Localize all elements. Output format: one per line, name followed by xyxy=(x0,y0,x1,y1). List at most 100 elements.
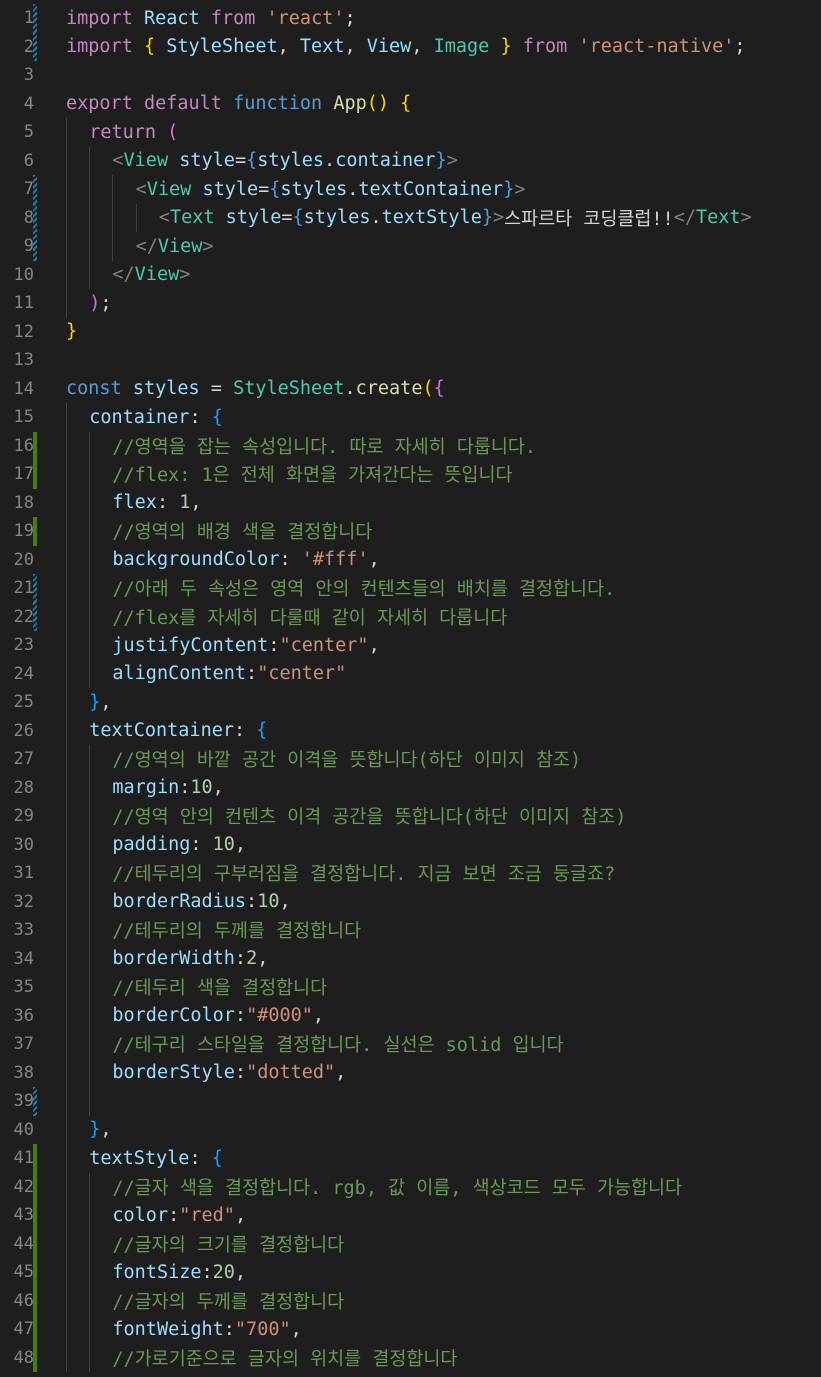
code-token: 10 xyxy=(257,891,280,913)
git-added-marker[interactable] xyxy=(33,1315,37,1344)
code-line[interactable]: 6 < View style ={styles. container} > xyxy=(0,146,821,175)
code-line[interactable]: 42 //글자 색을 결정합니다. rgb, 값 이름, 색상코드 모두 가능합니… xyxy=(0,1172,821,1201)
code-editor[interactable]: 1 import React from 'react'; 2 import { Sty… xyxy=(0,0,821,1377)
git-modified-marker[interactable] xyxy=(33,602,37,631)
code-line[interactable]: 14 const styles = StyleSheet. create({ xyxy=(0,375,821,404)
code-line[interactable]: 2 import { StyleSheet, Text, View, Image … xyxy=(0,32,821,61)
code-line[interactable]: 25}, xyxy=(0,688,821,717)
git-modified-marker[interactable] xyxy=(33,175,37,204)
code-token: : xyxy=(234,1062,247,1084)
code-token: { xyxy=(256,720,268,742)
git-added-marker[interactable] xyxy=(33,1258,37,1287)
git-modified-marker[interactable] xyxy=(33,574,37,603)
indent-guide xyxy=(89,973,91,1002)
git-added-marker[interactable] xyxy=(33,1286,37,1315)
code-token: 20 xyxy=(212,1261,235,1283)
code-token: . xyxy=(324,150,336,172)
git-added-marker[interactable] xyxy=(33,1201,37,1230)
code-line[interactable]: 18 flex: 1, xyxy=(0,488,821,517)
code-line[interactable]: 35 //테두리 색을 결정합니다 xyxy=(0,973,821,1002)
code-line[interactable]: 46 //글자의 두께를 결정합니다 xyxy=(0,1286,821,1315)
code-line[interactable]: 26 textContainer: { xyxy=(0,716,821,745)
code-token: , xyxy=(279,891,291,913)
indent-guide xyxy=(89,146,91,175)
code-token: 스파르타 코딩클럽!! xyxy=(504,208,674,230)
code-line[interactable]: 20 backgroundColor: '#fff', xyxy=(0,545,821,574)
code-line[interactable]: 31 //테두리의 구부러짐을 결정합니다. 지금 보면 조금 둥글죠? xyxy=(0,859,821,888)
code-token: > xyxy=(740,207,752,229)
code-line[interactable]: 39 xyxy=(0,1087,821,1116)
git-modified-marker[interactable] xyxy=(33,32,37,61)
code-line[interactable]: 3 xyxy=(0,61,821,90)
git-added-marker[interactable] xyxy=(33,431,37,460)
code-line[interactable]: 12} xyxy=(0,318,821,347)
code-line[interactable]: 19 //영역의 배경 색을 결정합니다 xyxy=(0,517,821,546)
code-token: { xyxy=(246,150,258,172)
code-line[interactable]: 37 //테구리 스타일을 결정합니다. 실선은 solid 입니다 xyxy=(0,1030,821,1059)
line-number: 34 xyxy=(13,948,34,969)
code-line[interactable]: 21 //아래 두 속성은 영역 안의 컨텐츠들의 배치를 결정합니다. xyxy=(0,574,821,603)
code-line[interactable]: 5 return ( xyxy=(0,118,821,147)
git-added-marker[interactable] xyxy=(33,1172,37,1201)
code-line[interactable]: 4 export default function App() { xyxy=(0,90,821,119)
code-line[interactable]: 45 fontSize:20, xyxy=(0,1258,821,1287)
code-token: { xyxy=(400,93,412,115)
code-line[interactable]: 28 margin:10, xyxy=(0,773,821,802)
git-added-marker[interactable] xyxy=(33,1343,37,1372)
code-line[interactable]: 10 </View > xyxy=(0,260,821,289)
code-token: ; xyxy=(100,292,112,314)
code-line[interactable]: 30 padding: 10, xyxy=(0,830,821,859)
git-modified-marker[interactable] xyxy=(33,1087,37,1116)
code-token: } xyxy=(89,691,101,713)
git-added-marker[interactable] xyxy=(33,1144,37,1173)
code-line[interactable]: 22 //flex를 자세히 다룰때 같이 자세히 다룹니다 xyxy=(0,602,821,631)
code-line[interactable]: 47 fontWeight: "700", xyxy=(0,1315,821,1344)
code-line[interactable]: 29 //영역 안의 컨텐츠 이격 공간을 뜻합니다(하단 이미지 참조) xyxy=(0,802,821,831)
code-token: } xyxy=(435,150,447,172)
code-token: from xyxy=(522,36,568,58)
code-line[interactable]: 15 container: { xyxy=(0,403,821,432)
code-line[interactable]: 16 //영역을 잡는 속성입니다. 따로 자세히 다룹니다. xyxy=(0,431,821,460)
code-line[interactable]: 17 //flex: 1은 전체 화면을 가져간다는 뜻입니다 xyxy=(0,460,821,489)
git-added-marker[interactable] xyxy=(33,517,37,546)
git-modified-marker[interactable] xyxy=(33,4,37,33)
indent-guide xyxy=(66,944,67,973)
code-line[interactable]: 41 textStyle: { xyxy=(0,1144,821,1173)
indent-guide xyxy=(66,973,67,1002)
code-token: : xyxy=(234,1005,247,1027)
indent-guide xyxy=(66,488,67,517)
line-number: 27 xyxy=(13,749,34,770)
git-added-marker[interactable] xyxy=(33,460,37,489)
git-modified-marker[interactable] xyxy=(33,232,37,261)
code-token: function xyxy=(233,93,323,115)
code-token: "700" xyxy=(234,1318,291,1340)
code-line[interactable]: 40}, xyxy=(0,1115,821,1144)
code-line[interactable]: 9 </View > xyxy=(0,232,821,261)
code-line[interactable]: 32 borderRadius:10, xyxy=(0,887,821,916)
code-line[interactable]: 33 //테두리의 두께를 결정합니다 xyxy=(0,916,821,945)
code-line[interactable]: 27 //영역의 바깥 공간 이격을 뜻합니다(하단 이미지 참조) xyxy=(0,745,821,774)
code-line[interactable]: 34 borderWidth:2, xyxy=(0,944,821,973)
code-line[interactable]: 43 color: "red", xyxy=(0,1201,821,1230)
code-token: Text xyxy=(695,207,741,229)
code-line[interactable]: 38 borderStyle: "dotted", xyxy=(0,1058,821,1087)
code-line[interactable]: 48 //가로기준으로 글자의 위치를 결정합니다 xyxy=(0,1343,821,1372)
code-token: </ xyxy=(135,235,158,257)
code-line[interactable]: 11); xyxy=(0,289,821,318)
code-line[interactable]: 44 //글자의 크기를 결정합니다 xyxy=(0,1229,821,1258)
git-modified-marker[interactable] xyxy=(33,203,37,232)
code-line[interactable]: 8 < Text style ={styles. textStyle} > 스파르타 코딩클… xyxy=(0,203,821,232)
code-line[interactable]: 7 < View style ={styles. textContainer} > xyxy=(0,175,821,204)
code-line[interactable]: 1 import React from 'react'; xyxy=(0,4,821,33)
code-token: //테구리 스타일을 결정합니다. 실선은 solid 입니다 xyxy=(112,1035,564,1057)
code-token: styles xyxy=(303,207,371,229)
code-token: //글자의 크기를 결정합니다 xyxy=(112,1234,345,1256)
code-token: ; xyxy=(734,36,746,58)
code-line[interactable]: 36 borderColor: "#000", xyxy=(0,1001,821,1030)
git-added-marker[interactable] xyxy=(33,1229,37,1258)
code-line[interactable]: 24 alignContent: "center" xyxy=(0,659,821,688)
code-line[interactable]: 13 xyxy=(0,346,821,375)
code-line[interactable]: 23 justifyContent: "center", xyxy=(0,631,821,660)
code-token: View xyxy=(134,264,180,286)
